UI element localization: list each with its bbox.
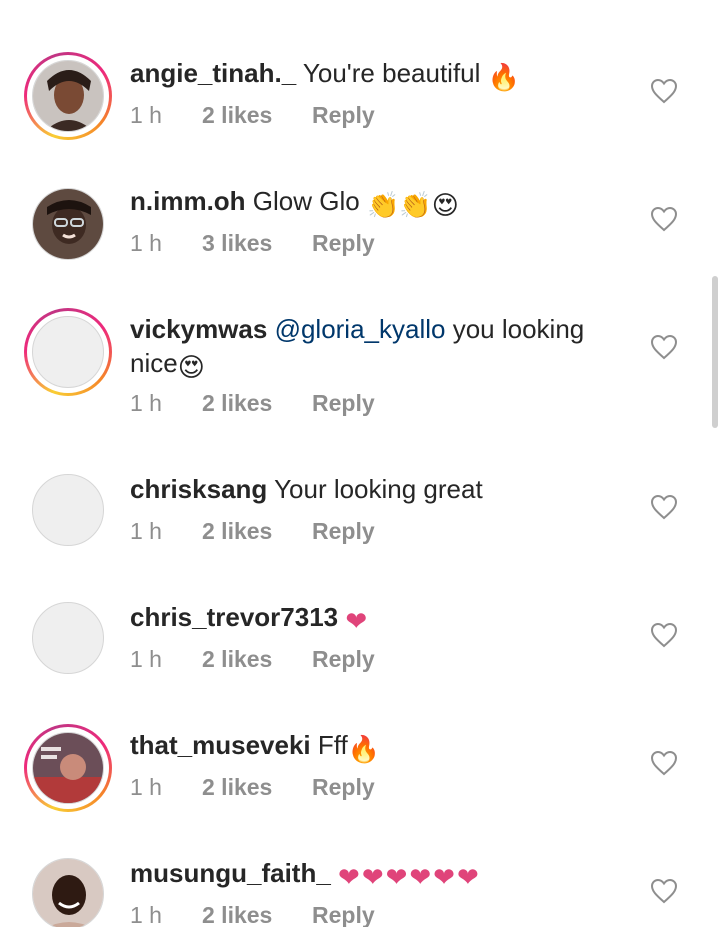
avatar[interactable] (32, 60, 104, 132)
comment-text: chris_trevor7313 ❤ (130, 600, 610, 638)
timestamp: 1 h (130, 390, 162, 416)
comment-text: n.imm.oh Glow Glo 👏👏😍 (130, 184, 610, 222)
likes-count[interactable]: 2 likes (202, 390, 312, 417)
likes-count[interactable]: 3 likes (202, 230, 312, 257)
comment-meta: 1 h 2 likes Reply (130, 774, 375, 801)
comment-text: angie_tinah._ You're beautiful 🔥 (130, 56, 610, 94)
fire-emoji: 🔥 (487, 62, 521, 92)
like-heart-icon[interactable] (650, 494, 678, 520)
comment-meta: 1 h 2 likes Reply (130, 902, 375, 927)
avatar[interactable] (32, 188, 104, 260)
comment-body: Fff (317, 730, 348, 760)
username[interactable]: n.imm.oh (130, 186, 246, 216)
timestamp: 1 h (130, 902, 162, 927)
comment-meta: 1 h 2 likes Reply (130, 518, 375, 545)
avatar[interactable] (32, 316, 104, 388)
comment-meta: 1 h 2 likes Reply (130, 646, 375, 673)
timestamp: 1 h (130, 518, 162, 544)
avatar-wrap (24, 466, 112, 554)
likes-count[interactable]: 2 likes (202, 774, 312, 801)
story-ring[interactable] (24, 52, 112, 140)
story-ring[interactable] (24, 724, 112, 812)
comment-text: musungu_faith_ ❤❤❤❤❤❤ (130, 856, 610, 894)
like-heart-icon[interactable] (650, 78, 678, 104)
story-ring[interactable] (24, 308, 112, 396)
timestamp: 1 h (130, 230, 162, 256)
comment-body: Glow Glo (252, 186, 360, 216)
like-heart-icon[interactable] (650, 206, 678, 232)
reply-button[interactable]: Reply (312, 902, 375, 927)
username[interactable]: musungu_faith_ (130, 858, 331, 888)
reply-button[interactable]: Reply (312, 102, 375, 129)
reply-button[interactable]: Reply (312, 390, 375, 417)
avatar-wrap (24, 594, 112, 682)
fire-emoji: 🔥 (347, 734, 381, 764)
timestamp: 1 h (130, 774, 162, 800)
heart-eyes-emoji: 😍 (177, 352, 205, 382)
comment-meta: 1 h 2 likes Reply (130, 102, 375, 129)
comment-text: vickymwas @gloria_kyallo you looking nic… (130, 312, 610, 384)
timestamp: 1 h (130, 646, 162, 672)
avatar[interactable] (32, 732, 104, 804)
comment-text: that_museveki Fff🔥 (130, 728, 610, 766)
username[interactable]: chrisksang (130, 474, 267, 504)
avatar[interactable] (32, 858, 104, 927)
like-heart-icon[interactable] (650, 334, 678, 360)
like-heart-icon[interactable] (650, 622, 678, 648)
hearts-emoji: ❤❤❤❤❤❤ (338, 862, 481, 892)
reply-button[interactable]: Reply (312, 774, 375, 801)
comment-body: You're beautiful (302, 58, 481, 88)
reply-button[interactable]: Reply (312, 230, 375, 257)
avatar[interactable] (32, 474, 104, 546)
scrollbar[interactable] (712, 276, 718, 428)
username[interactable]: angie_tinah._ (130, 58, 296, 88)
avatar[interactable] (32, 602, 104, 674)
comment-meta: 1 h 3 likes Reply (130, 230, 375, 257)
likes-count[interactable]: 2 likes (202, 518, 312, 545)
timestamp: 1 h (130, 102, 162, 128)
likes-count[interactable]: 2 likes (202, 102, 312, 129)
reply-button[interactable]: Reply (312, 646, 375, 673)
likes-count[interactable]: 2 likes (202, 902, 312, 927)
heart-emoji: ❤ (345, 606, 368, 636)
comment-body: Your looking great (274, 474, 483, 504)
like-heart-icon[interactable] (650, 878, 678, 904)
username[interactable]: chris_trevor7313 (130, 602, 338, 632)
username[interactable]: that_museveki (130, 730, 311, 760)
mention-link[interactable]: @gloria_kyallo (275, 314, 446, 344)
clap-emoji: 👏👏😍 (366, 190, 459, 220)
comment-text: chrisksang Your looking great (130, 472, 610, 506)
avatar-wrap (24, 850, 112, 927)
like-heart-icon[interactable] (650, 750, 678, 776)
username[interactable]: vickymwas (130, 314, 267, 344)
reply-button[interactable]: Reply (312, 518, 375, 545)
likes-count[interactable]: 2 likes (202, 646, 312, 673)
avatar-wrap (24, 180, 112, 268)
comment-meta: 1 h 2 likes Reply (130, 390, 375, 417)
